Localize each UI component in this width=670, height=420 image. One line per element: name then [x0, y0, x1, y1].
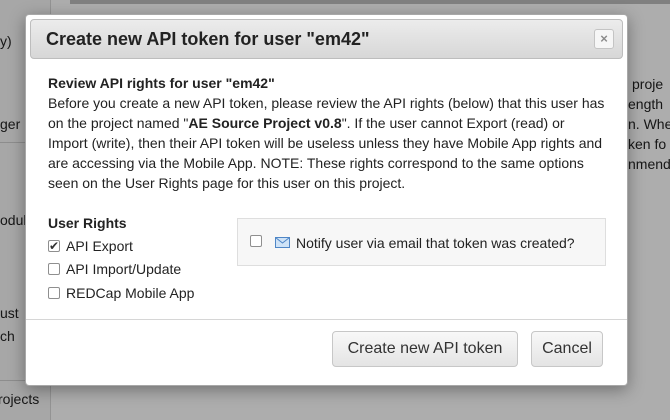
right-api-export[interactable]: ✔ API Export	[48, 236, 133, 256]
review-body: Before you create a new API token, pleas…	[48, 93, 608, 193]
right-label: API Export	[66, 238, 133, 254]
user-rights-heading: User Rights	[48, 215, 127, 231]
right-label: REDCap Mobile App	[66, 285, 195, 301]
notify-panel: Notify user via email that token was cre…	[237, 218, 606, 266]
review-heading: Review API rights for user "em42"	[48, 75, 275, 91]
dialog-title: Create new API token for user "em42"	[46, 29, 370, 49]
envelope-icon	[275, 237, 290, 248]
notify-label[interactable]: Notify user via email that token was cre…	[296, 233, 575, 253]
mobile-app-checkbox[interactable]	[48, 287, 60, 299]
notify-checkbox[interactable]	[250, 235, 262, 247]
api-export-checkbox[interactable]: ✔	[48, 240, 60, 252]
right-api-import[interactable]: API Import/Update	[48, 259, 181, 279]
api-import-checkbox[interactable]	[48, 263, 60, 275]
dialog-titlebar[interactable]: Create new API token for user "em42" ×	[30, 19, 623, 59]
cancel-button[interactable]: Cancel	[531, 331, 603, 367]
right-mobile-app[interactable]: REDCap Mobile App	[48, 283, 194, 303]
close-icon[interactable]: ×	[594, 29, 614, 49]
notify-checkbox-wrap[interactable]	[250, 235, 268, 247]
create-token-button[interactable]: Create new API token	[332, 331, 518, 367]
create-api-token-dialog: Create new API token for user "em42" × R…	[25, 14, 628, 386]
project-name: AE Source Project v0.8	[188, 115, 342, 131]
right-label: API Import/Update	[66, 261, 182, 277]
dialog-description: Review API rights for user "em42" Before…	[48, 73, 608, 193]
dialog-footer-divider	[26, 319, 627, 320]
